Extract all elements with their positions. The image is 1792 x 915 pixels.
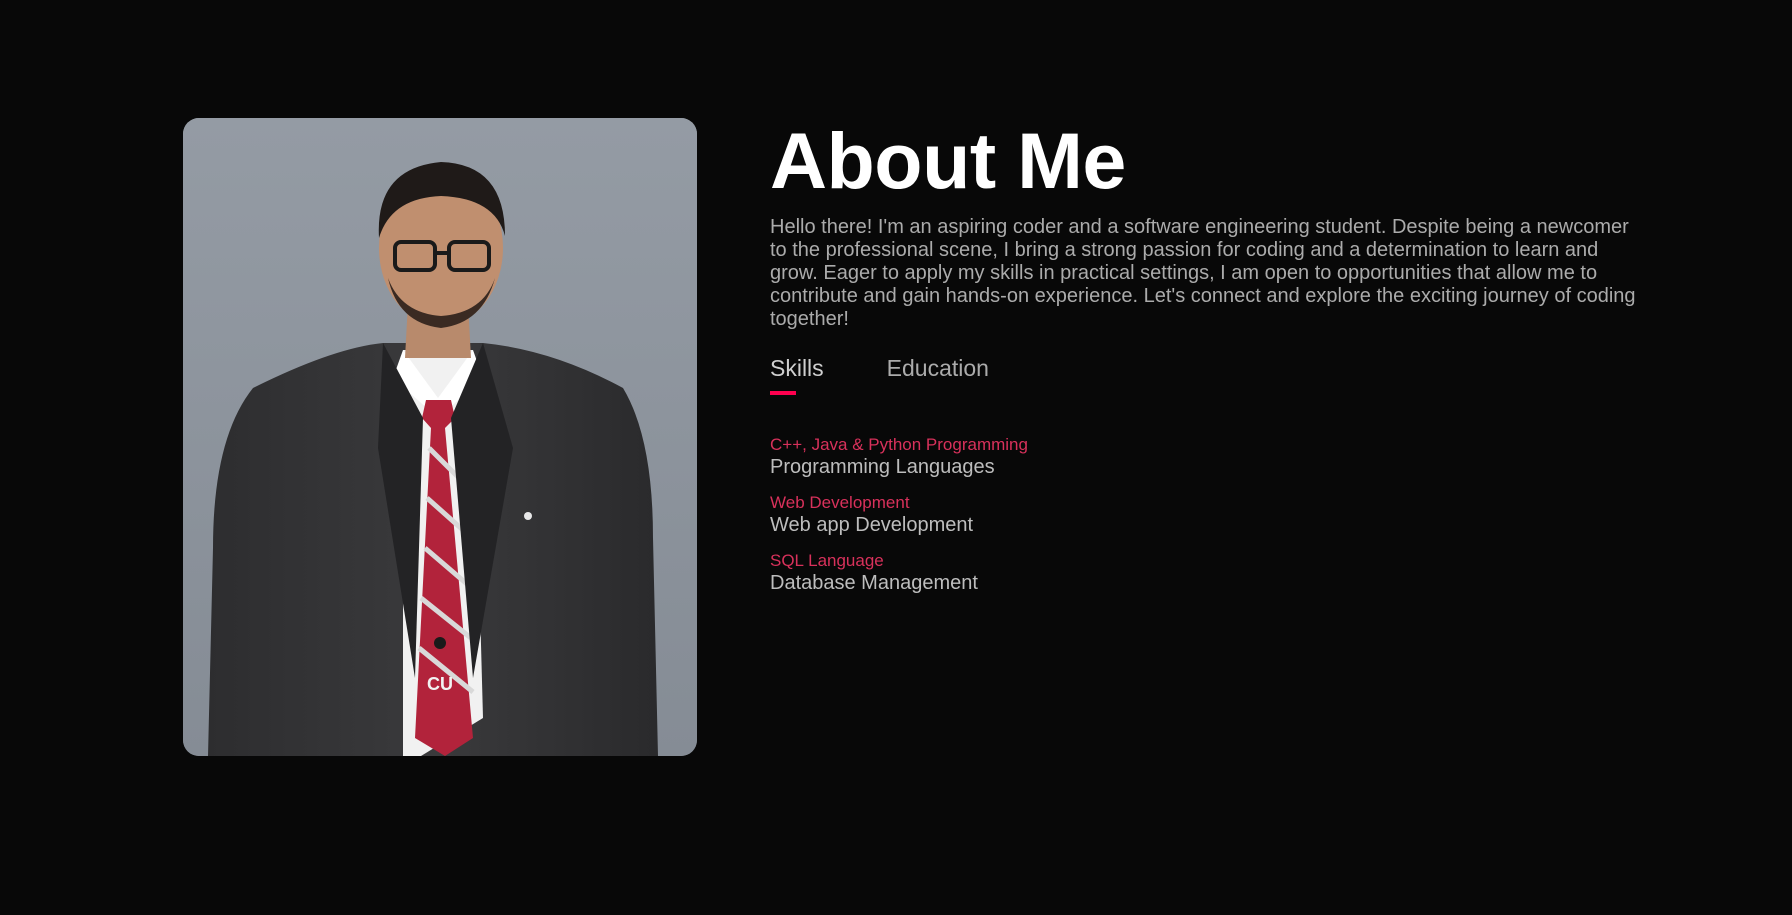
tab-skills-label: Skills: [770, 355, 824, 381]
about-content: About Me Hello there! I'm an aspiring co…: [770, 118, 1650, 609]
about-section: CU About Me Hello there! I'm an aspiring…: [0, 0, 1792, 915]
skill-description: Database Management: [770, 572, 978, 594]
page-title: About Me: [770, 116, 1126, 205]
tab-bar: Skills Education: [770, 355, 1650, 395]
list-item: SQL Language Database Management: [770, 551, 1650, 595]
list-item: C++, Java & Python Programming Programmi…: [770, 435, 1650, 479]
active-tab-indicator: [770, 391, 796, 395]
profile-photo-illustration: CU: [183, 118, 697, 756]
tab-education-label: Education: [886, 355, 989, 381]
skill-name: SQL Language: [770, 551, 884, 570]
skills-list: C++, Java & Python Programming Programmi…: [770, 435, 1650, 595]
profile-photo: CU: [183, 118, 697, 756]
tie-logo-text: CU: [427, 674, 453, 694]
skill-name: C++, Java & Python Programming: [770, 435, 1028, 454]
skill-name: Web Development: [770, 493, 910, 512]
skill-description: Web app Development: [770, 514, 974, 536]
tab-skills[interactable]: Skills: [770, 355, 824, 395]
skill-description: Programming Languages: [770, 456, 995, 478]
list-item: Web Development Web app Development: [770, 493, 1650, 537]
tab-education[interactable]: Education: [887, 355, 989, 395]
intro-paragraph: Hello there! I'm an aspiring coder and a…: [770, 216, 1636, 330]
